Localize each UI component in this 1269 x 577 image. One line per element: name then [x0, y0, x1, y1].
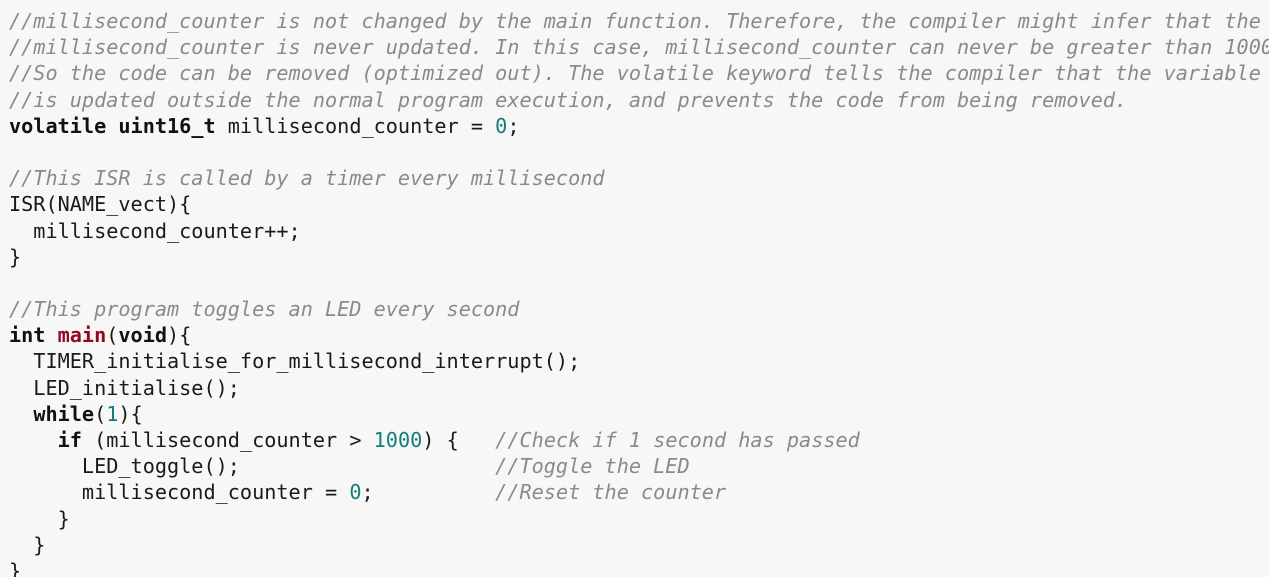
code-line: millisecond_counter = 0; //Reset the cou…: [9, 480, 727, 505]
code-line: }: [9, 558, 22, 577]
code-line: //This ISR is called by a timer every mi…: [9, 166, 605, 191]
code-line: LED_initialise();: [9, 375, 240, 400]
code-line: //millisecond_counter is not changed by …: [9, 9, 1261, 33]
code-line: //is updated outside the normal program …: [9, 87, 1128, 112]
code-editor-view: //millisecond_counter is not changed by …: [0, 0, 1269, 577]
code-line: }: [9, 244, 22, 269]
code-line: LED_toggle(); //Toggle the LED: [9, 454, 690, 479]
code-line: }: [9, 532, 46, 557]
code-line: while(1){: [33, 401, 143, 426]
code-line: }: [9, 506, 70, 531]
code-line: //So the code can be removed (optimized …: [9, 61, 1261, 86]
code-line: if (millisecond_counter > 1000) { //Chec…: [57, 428, 860, 452]
code-line: int main(void){: [9, 323, 192, 348]
code-line: TIMER_initialise_for_millisecond_interru…: [9, 349, 581, 374]
code-line: volatile uint16_t millisecond_counter = …: [9, 113, 520, 138]
code-line: //millisecond_counter is never updated. …: [9, 35, 1269, 60]
code-line: ISR(NAME_vect){: [9, 192, 192, 217]
code-line: //This program toggles an LED every seco…: [9, 297, 520, 322]
code-line: millisecond_counter++;: [9, 218, 301, 243]
